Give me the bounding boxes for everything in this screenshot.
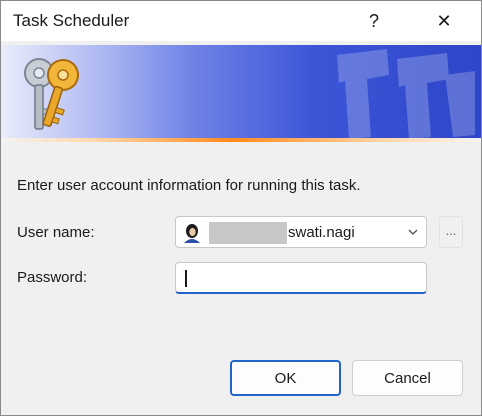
header-banner [1,45,481,139]
close-button[interactable]: ✕ [421,1,467,41]
watermark-icon [337,49,475,139]
redacted-region [209,222,287,244]
password-label: Password: [17,269,88,286]
user-avatar-icon [182,223,202,243]
banner-divider [1,138,481,142]
username-label: User name: [17,224,95,241]
title-bar: Task Scheduler ? ✕ [1,1,481,41]
keys-icon [24,58,79,130]
help-button[interactable]: ? [351,1,397,41]
help-icon: ? [368,10,379,31]
password-field[interactable] [175,262,427,294]
username-value: swati.nagi [288,224,355,241]
cancel-button[interactable]: Cancel [352,360,463,396]
task-scheduler-dialog: Task Scheduler ? ✕ Enter user account in… [0,0,482,416]
instruction-text: Enter user account information for runni… [17,177,361,194]
chevron-down-icon[interactable] [408,229,418,236]
window-title: Task Scheduler [13,11,130,30]
browse-user-button[interactable]: ... [439,216,463,248]
close-icon: ✕ [436,10,452,31]
username-combobox[interactable]: swati.nagi [175,216,427,248]
text-caret [185,270,187,287]
ok-button[interactable]: OK [230,360,341,396]
